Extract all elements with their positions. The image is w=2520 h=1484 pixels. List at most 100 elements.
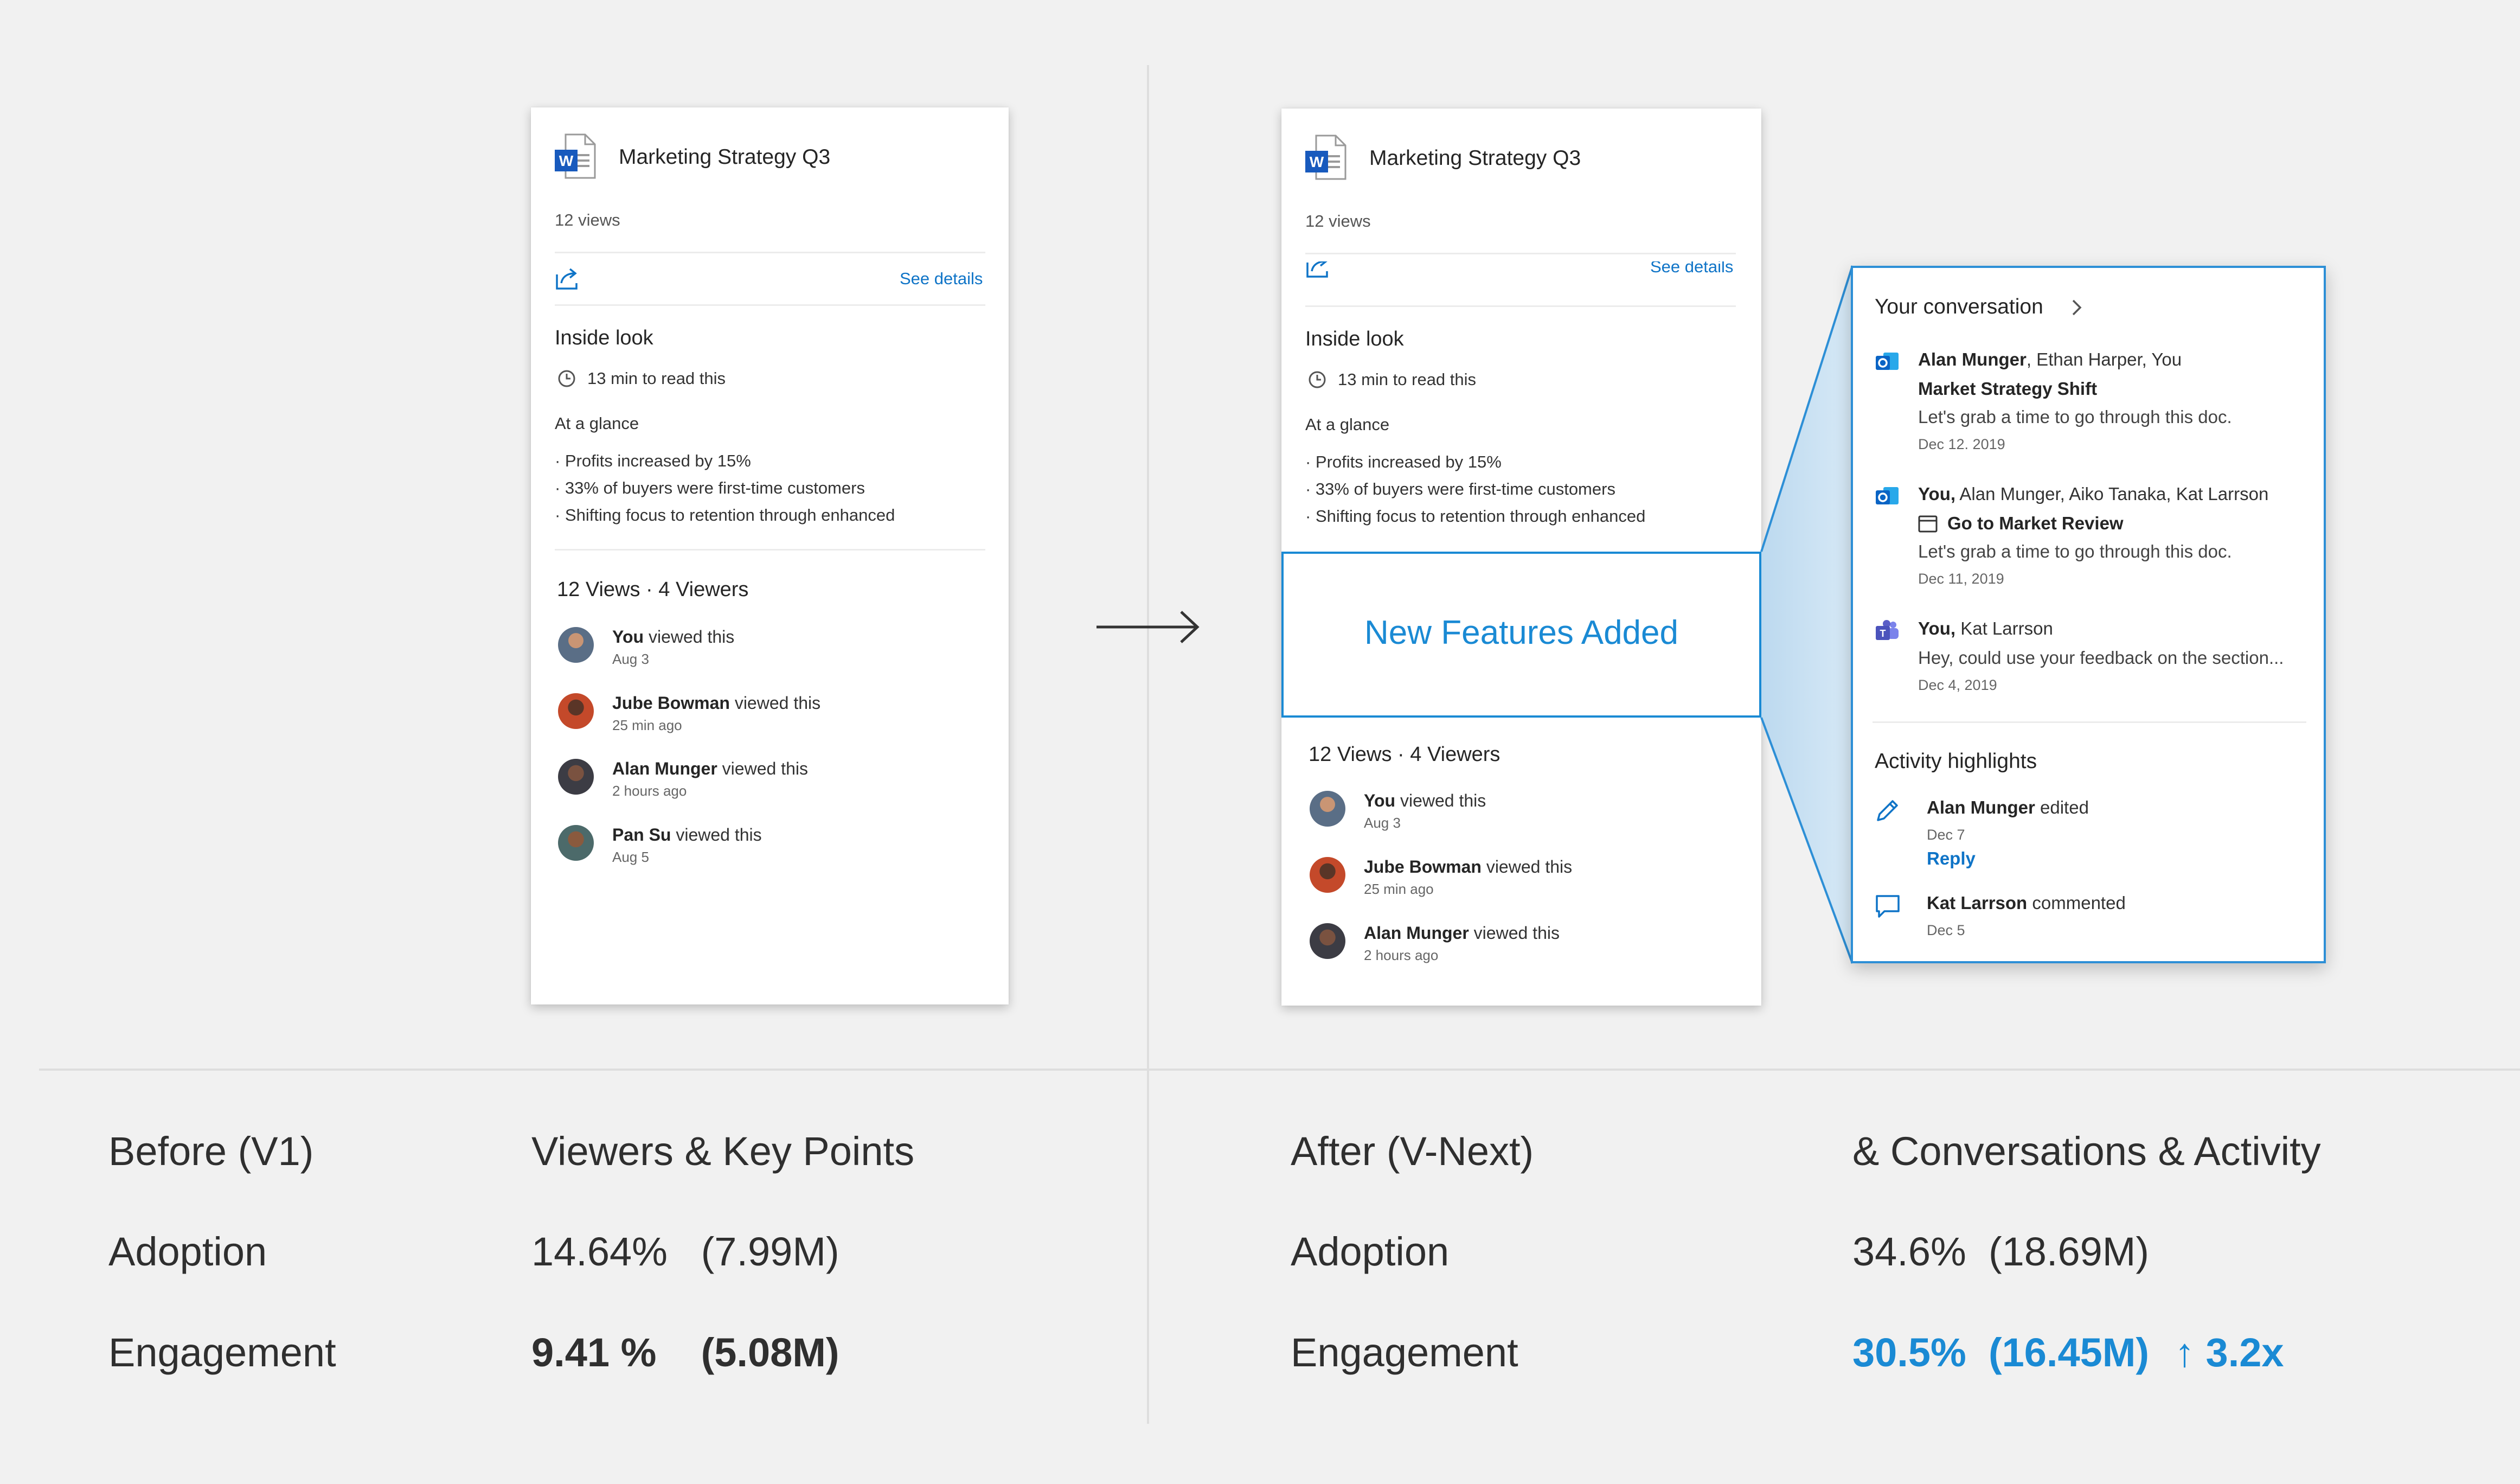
viewer-name: Alan Munger	[1364, 923, 1469, 943]
viewer-row[interactable]: Jube Bowman viewed this 25 min ago	[1310, 857, 1689, 911]
before-adoption-value: 14.64% (7.99M)	[531, 1229, 839, 1274]
word-doc-icon: W	[1305, 135, 1346, 180]
read-time: 13 min to read this	[1338, 370, 1477, 389]
viewer-row[interactable]: Jube Bowman viewed this 25 min ago	[558, 693, 938, 747]
conversation-lead: You,	[1918, 618, 1956, 638]
outlook-icon	[1876, 487, 1899, 504]
view-count: 12 views	[555, 210, 620, 229]
engagement-multiplier: ↑ 3.2x	[2175, 1330, 2284, 1375]
glance-bullet: · Profits increased by 15%	[555, 451, 751, 470]
separator	[1305, 305, 1736, 307]
viewer-row[interactable]: Pan Su viewed this Aug 5	[558, 825, 938, 879]
conversation-date: Dec 11, 2019	[1918, 571, 2004, 587]
svg-text:W: W	[1310, 153, 1324, 170]
separator	[555, 549, 985, 551]
conversation-lead: Alan Munger	[1918, 349, 2027, 369]
see-details-link[interactable]: See details	[900, 269, 983, 289]
see-details-link[interactable]: See details	[1650, 261, 1733, 277]
after-label: After (V-Next)	[1291, 1129, 1534, 1174]
conversation-item[interactable]: T You, Kat Larrson Hey, could use your f…	[1875, 618, 2309, 700]
separator	[1873, 721, 2306, 723]
adoption-label: Adoption	[1291, 1229, 1450, 1274]
viewer-action: viewed this	[717, 759, 808, 778]
engagement-label: Engagement	[1291, 1330, 1518, 1375]
viewer-time: Aug 3	[612, 651, 649, 667]
avatar	[1310, 923, 1345, 959]
glance-bullet: · 33% of buyers were first-time customer…	[555, 478, 865, 497]
share-icon[interactable]	[555, 267, 581, 291]
viewer-action: viewed this	[644, 627, 735, 647]
separator	[555, 304, 985, 306]
conversation-item[interactable]: You, Alan Munger, Aiko Tanaka, Kat Larrs…	[1875, 484, 2309, 592]
after-feature-label: & Conversations & Activity	[1852, 1129, 2321, 1174]
view-count: 12 views	[1305, 212, 1371, 231]
new-features-label: New Features Added	[1364, 614, 1678, 651]
reply-link[interactable]: Reply	[1927, 848, 1976, 869]
viewer-time: 2 hours ago	[1364, 947, 1439, 963]
conversation-subject: Go to Market Review	[1947, 513, 2124, 533]
viewer-row[interactable]: Alan Munger viewed this 2 hours ago	[1310, 923, 1689, 977]
new-features-box: New Features Added	[1281, 552, 1761, 718]
arrow-right-icon	[1097, 611, 1200, 643]
conversation-date: Dec 4, 2019	[1918, 677, 1997, 693]
glance-bullet: · Shifting focus to retention through en…	[555, 506, 895, 524]
before-engagement-value: 9.41 % (5.08M)	[531, 1330, 839, 1375]
viewers-heading: 12 Views · 4 Viewers	[1309, 743, 1501, 766]
share-icon[interactable]	[1305, 261, 1331, 279]
activity-action: edited	[2035, 797, 2089, 817]
separator	[555, 252, 985, 253]
after-engagement-value: 30.5% (16.45M)	[1852, 1330, 2150, 1375]
viewer-time: Aug 3	[1364, 815, 1401, 831]
horizontal-divider	[39, 1069, 2520, 1071]
activity-name: Kat Larrson	[1927, 893, 2028, 913]
inside-look-heading: Inside look	[1305, 328, 1404, 350]
doc-title: Marketing Strategy Q3	[619, 145, 831, 169]
callout-connector	[1760, 265, 1854, 964]
activity-title: Activity highlights	[1875, 750, 2037, 773]
viewer-action: viewed this	[671, 825, 762, 845]
before-label: Before (V1)	[108, 1129, 314, 1174]
viewer-action: viewed this	[1469, 923, 1560, 943]
viewer-name: Alan Munger	[612, 759, 717, 778]
avatar	[558, 759, 594, 795]
viewer-time: 25 min ago	[1364, 881, 1434, 897]
before-card: W Marketing Strategy Q3 12 views See det…	[531, 107, 1009, 1005]
doc-title: Marketing Strategy Q3	[1369, 146, 1581, 170]
comment-icon	[1876, 895, 1900, 918]
conversation-subject: Market Strategy Shift	[1918, 379, 2098, 399]
activity-name: Alan Munger	[1927, 797, 2035, 817]
read-time: 13 min to read this	[587, 369, 726, 388]
teams-icon: T	[1876, 620, 1899, 640]
after-adoption-value: 34.6% (18.69M)	[1852, 1229, 2150, 1274]
conversation-message: Let's grab a time to go through this doc…	[1918, 407, 2232, 427]
viewer-time: 25 min ago	[612, 717, 682, 733]
svg-text:W: W	[559, 152, 574, 169]
viewer-name: You	[612, 627, 644, 647]
before-feature-label: Viewers & Key Points	[531, 1129, 915, 1174]
conversation-panel: Your conversation Alan Munger, Ethan Har…	[1851, 266, 2326, 963]
glance-bullet: · Profits increased by 15%	[1305, 452, 1502, 471]
share-row: See details	[1281, 261, 1761, 280]
conversation-participants: , Ethan Harper, You	[2026, 349, 2182, 369]
pencil-icon	[1877, 800, 1898, 821]
avatar	[558, 627, 594, 663]
outlook-icon	[1876, 353, 1899, 370]
conversation-date: Dec 12. 2019	[1918, 436, 2005, 452]
avatar	[558, 693, 594, 729]
vertical-divider	[1147, 65, 1149, 1424]
viewer-name: Jube Bowman	[1364, 857, 1482, 877]
conversation-message: Hey, could use your feedback on the sect…	[1918, 648, 2284, 668]
glance-bullet: · Shifting focus to retention through en…	[1305, 507, 1646, 526]
conversation-header[interactable]: Your conversation	[1875, 295, 2146, 322]
conversation-item[interactable]: Alan Munger, Ethan Harper, You Market St…	[1875, 349, 2309, 458]
viewer-row[interactable]: You viewed this Aug 3	[558, 627, 938, 681]
separator	[1305, 253, 1736, 254]
viewer-row[interactable]: Alan Munger viewed this 2 hours ago	[558, 759, 938, 813]
svg-text:T: T	[1880, 628, 1886, 639]
viewer-action: viewed this	[729, 693, 821, 713]
viewer-row[interactable]: You viewed this Aug 3	[1310, 791, 1689, 845]
word-doc-icon: W	[555, 133, 596, 179]
at-a-glance-label: At a glance	[1305, 415, 1390, 434]
conversation-title: Your conversation	[1875, 295, 2043, 318]
inside-look-heading: Inside look	[555, 327, 653, 349]
